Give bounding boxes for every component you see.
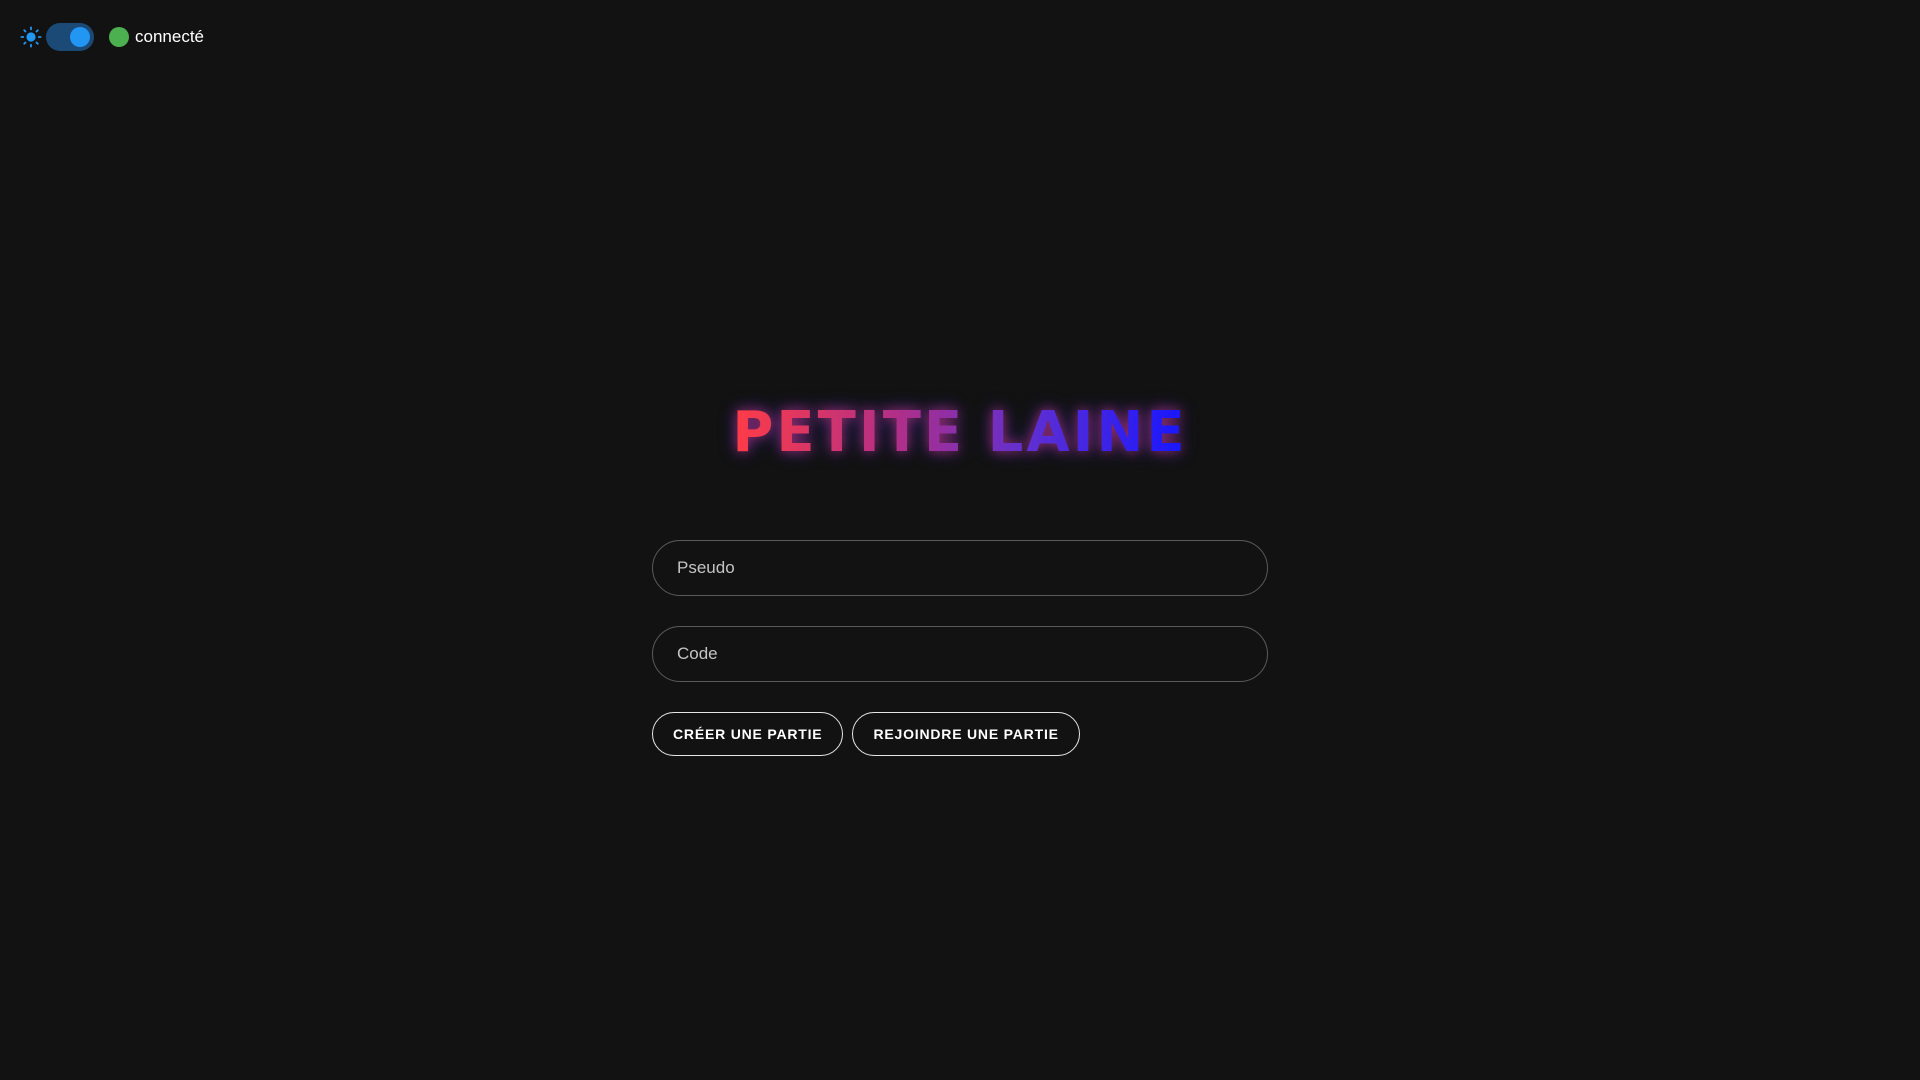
pseudo-input[interactable] [652, 540, 1268, 596]
toggle-knob [70, 27, 90, 47]
connection-status-dot [109, 27, 129, 47]
top-bar: connecté [18, 22, 204, 52]
create-game-button[interactable]: CRÉER UNE PARTIE [652, 712, 844, 756]
app-logo: PETITE LAINE [0, 398, 1920, 468]
action-buttons: CRÉER UNE PARTIE REJOINDRE UNE PARTIE [652, 712, 1268, 756]
connection-status-label: connecté [135, 27, 204, 46]
join-game-button[interactable]: REJOINDRE UNE PARTIE [852, 712, 1080, 756]
lobby-form: CRÉER UNE PARTIE REJOINDRE UNE PARTIE [652, 540, 1268, 756]
app-title: PETITE LAINE [732, 398, 1187, 468]
theme-toggle[interactable] [46, 23, 94, 51]
sun-icon [18, 24, 44, 50]
code-input[interactable] [652, 626, 1268, 682]
